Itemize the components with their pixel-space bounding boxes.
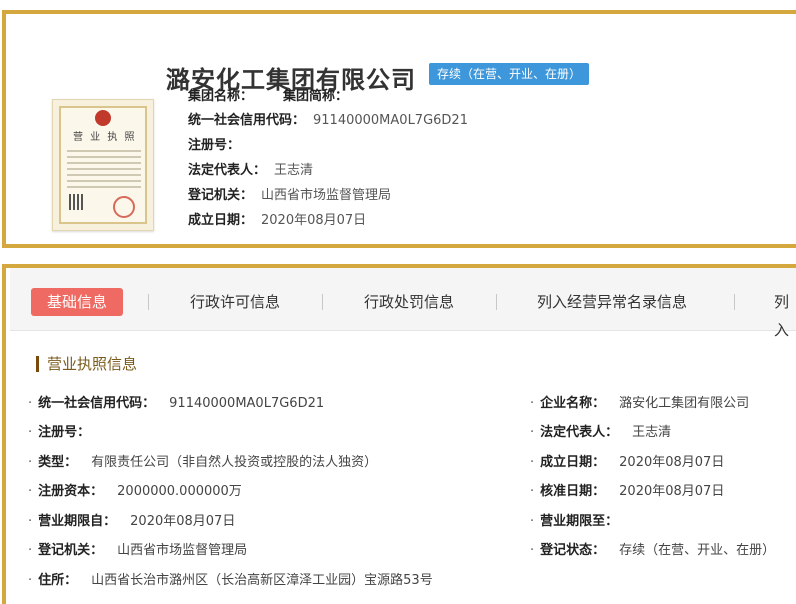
bullet-icon: ·	[28, 514, 33, 529]
bullet-icon: ·	[28, 455, 33, 470]
summary-value: 王志清	[274, 163, 314, 178]
summary-label: 成立日期：	[188, 213, 254, 228]
summary-value: 2020年08月07日	[261, 213, 367, 228]
field-label: 登记状态：	[540, 543, 606, 558]
tab-divider	[734, 294, 735, 310]
bullet-icon: ·	[530, 543, 535, 558]
tab-admin-license[interactable]: 行政许可信息	[190, 288, 280, 316]
bullet-icon: ·	[530, 425, 535, 440]
field-label: 类型：	[38, 455, 78, 470]
national-emblem-icon	[95, 110, 111, 126]
field-label: 成立日期：	[540, 455, 606, 470]
tab-more[interactable]: 列入	[774, 288, 796, 339]
qr-code-icon	[69, 194, 85, 210]
summary-row-credit-code: 统一社会信用代码： 91140000MA0L7G6D21	[188, 109, 468, 128]
bullet-icon: ·	[28, 396, 33, 411]
field-label: 营业期限自：	[38, 514, 117, 529]
field-label: 核准日期：	[540, 484, 606, 499]
bullet-icon: ·	[28, 573, 33, 588]
summary-row-group-name: 集团名称： 集团简称：	[188, 85, 348, 104]
field-value: 91140000MA0L7G6D21	[169, 396, 325, 411]
field-capital: · 注册资本： 2000000.000000万	[28, 480, 242, 499]
bullet-icon: ·	[530, 514, 535, 529]
seal-icon	[113, 196, 135, 218]
summary-row-legal-rep: 法定代表人： 王志清	[188, 159, 313, 178]
summary-label: 集团简称：	[283, 89, 349, 104]
bullet-icon: ·	[530, 396, 535, 411]
field-label: 营业期限至：	[540, 514, 619, 529]
field-value: 2000000.000000万	[117, 484, 242, 499]
bullet-icon: ·	[530, 455, 535, 470]
summary-label: 集团名称：	[188, 89, 254, 104]
field-value: 山西省长治市潞州区（长治高新区漳泽工业园）宝源路53号	[91, 573, 433, 588]
company-summary-card: 营 业 执 照 潞安化工集团有限公司 存续（在营、开业、在册） 集团名称： 集团简…	[2, 10, 796, 248]
details-card: 基础信息 行政许可信息 行政处罚信息 列入经营异常名录信息 列入 营业执照信息 …	[2, 264, 796, 604]
field-label: 统一社会信用代码：	[38, 396, 156, 411]
field-label: 注册号：	[38, 425, 91, 440]
summary-label: 法定代表人：	[188, 163, 267, 178]
field-value: 存续（在营、开业、在册）	[619, 543, 776, 558]
tab-divider	[496, 294, 497, 310]
field-label: 注册资本：	[38, 484, 104, 499]
field-value: 山西省市场监督管理局	[117, 543, 248, 558]
field-approved: · 核准日期： 2020年08月07日	[530, 480, 724, 499]
field-label: 登记机关：	[38, 543, 104, 558]
business-license-thumbnail[interactable]: 营 业 执 照	[52, 99, 154, 231]
field-label: 企业名称：	[540, 396, 606, 411]
bullet-icon: ·	[28, 484, 33, 499]
license-image-title: 营 业 执 照	[73, 132, 137, 143]
field-label: 住所：	[38, 573, 78, 588]
status-badge: 存续（在营、开业、在册）	[429, 63, 590, 85]
summary-label: 统一社会信用代码：	[188, 113, 306, 128]
tab-divider	[148, 294, 149, 310]
field-value: 王志清	[632, 425, 672, 440]
tab-basic-info[interactable]: 基础信息	[31, 288, 124, 316]
field-credit-code: · 统一社会信用代码： 91140000MA0L7G6D21	[28, 392, 324, 411]
tab-bar: 基础信息 行政许可信息 行政处罚信息 列入经营异常名录信息 列入	[10, 268, 796, 339]
field-value: 潞安化工集团有限公司	[619, 396, 750, 411]
summary-row-authority: 登记机关： 山西省市场监督管理局	[188, 184, 391, 203]
bullet-icon: ·	[28, 425, 33, 440]
field-value: 2020年08月07日	[619, 455, 725, 470]
field-legal-rep: · 法定代表人： 王志清	[530, 421, 671, 440]
section-title: 营业执照信息	[36, 356, 137, 372]
tab-abnormal-list[interactable]: 列入经营异常名录信息	[537, 288, 687, 316]
field-address: · 住所： 山西省长治市潞州区（长治高新区漳泽工业园）宝源路53号	[28, 569, 433, 588]
summary-label: 登记机关：	[188, 188, 254, 203]
field-value: 2020年08月07日	[130, 514, 236, 529]
summary-row-established: 成立日期： 2020年08月07日	[188, 209, 366, 228]
field-reg-status: · 登记状态： 存续（在营、开业、在册）	[530, 539, 775, 558]
field-company-name: · 企业名称： 潞安化工集团有限公司	[530, 392, 749, 411]
field-authority: · 登记机关： 山西省市场监督管理局	[28, 539, 247, 558]
field-value: 有限责任公司（非自然人投资或控股的法人独资）	[91, 455, 378, 470]
summary-row-reg-no: 注册号：	[188, 134, 248, 153]
field-term-to: · 营业期限至：	[530, 510, 632, 529]
field-value: 2020年08月07日	[619, 484, 725, 499]
field-label: 法定代表人：	[540, 425, 619, 440]
field-reg-no: · 注册号：	[28, 421, 104, 440]
field-term-from: · 营业期限自： 2020年08月07日	[28, 510, 235, 529]
summary-value: 山西省市场监督管理局	[261, 188, 392, 203]
tab-admin-penalty[interactable]: 行政处罚信息	[364, 288, 454, 316]
tab-divider	[322, 294, 323, 310]
license-text-lines	[67, 146, 141, 192]
bullet-icon: ·	[28, 543, 33, 558]
field-established: · 成立日期： 2020年08月07日	[530, 451, 724, 470]
summary-value: 91140000MA0L7G6D21	[313, 113, 468, 128]
field-type: · 类型： 有限责任公司（非自然人投资或控股的法人独资）	[28, 451, 377, 470]
summary-label: 注册号：	[188, 138, 241, 153]
bullet-icon: ·	[530, 484, 535, 499]
